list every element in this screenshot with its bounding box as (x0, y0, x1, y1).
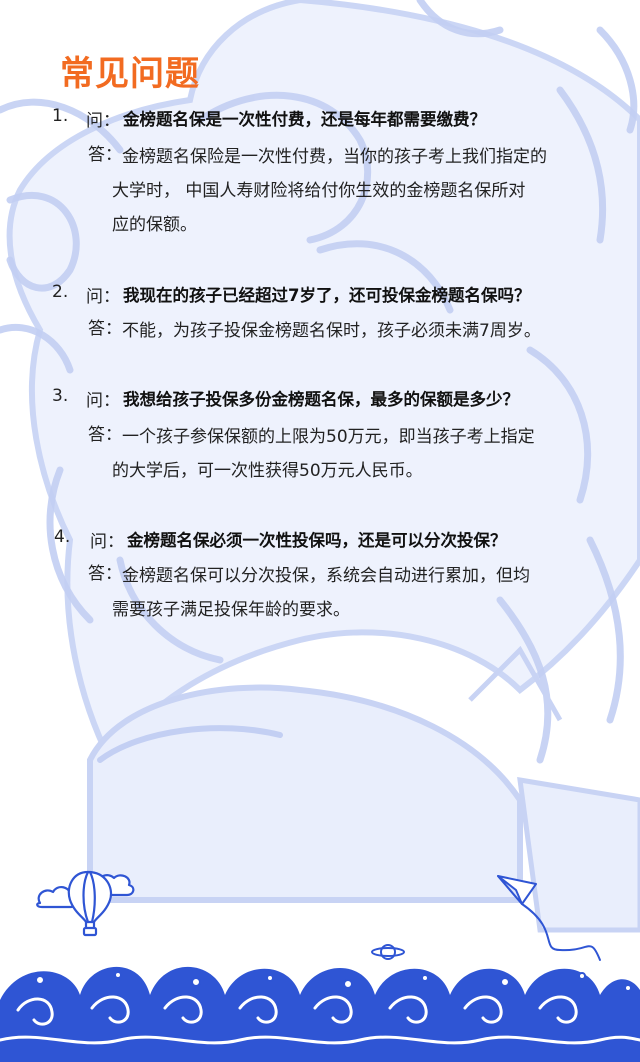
paper-plane-icon (497, 875, 601, 961)
ocean-waves-decoration (0, 966, 640, 1062)
planet-icon (371, 944, 405, 960)
hot-air-balloon-icon (36, 870, 135, 937)
decoration-layer (0, 870, 640, 1062)
